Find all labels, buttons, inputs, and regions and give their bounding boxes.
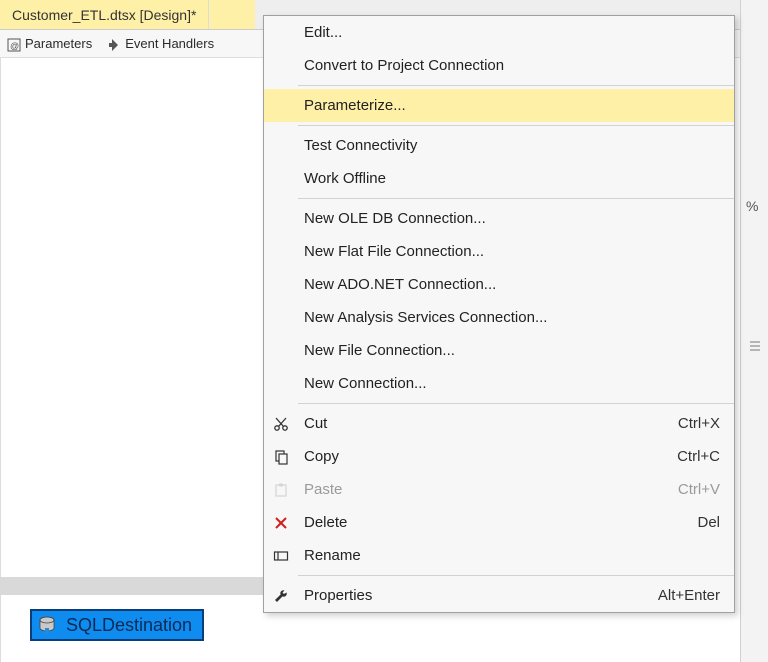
menu-item-new-ado-net-connection[interactable]: New ADO.NET Connection... — [264, 268, 734, 301]
copy-icon — [264, 449, 298, 465]
menu-separator — [298, 575, 734, 576]
wrench-icon — [264, 588, 298, 604]
menu-item-shortcut: Ctrl+X — [678, 415, 720, 432]
menu-item-edit[interactable]: Edit... — [264, 16, 734, 49]
menu-item-new-ole-db-connection[interactable]: New OLE DB Connection... — [264, 202, 734, 235]
menu-item-delete[interactable]: DeleteDel — [264, 506, 734, 539]
paste-icon — [264, 482, 298, 498]
canvas-left-border — [0, 58, 1, 662]
document-tab-title: Customer_ETL.dtsx [Design]* — [12, 7, 196, 23]
menu-item-properties[interactable]: PropertiesAlt+Enter — [264, 579, 734, 612]
menu-item-label: Convert to Project Connection — [298, 57, 720, 74]
toolbar-event-handlers[interactable]: Event Handlers — [106, 36, 214, 51]
context-menu: Edit... Convert to Project Connection Para… — [263, 15, 735, 613]
menu-item-cut[interactable]: CutCtrl+X — [264, 407, 734, 440]
database-connection-icon — [36, 614, 58, 636]
connection-manager-item-label: SQLDestination — [66, 615, 192, 636]
document-tab[interactable]: Customer_ETL.dtsx [Design]* — [0, 0, 209, 29]
menu-item-label: Parameterize... — [298, 97, 720, 114]
menu-item-label: Test Connectivity — [298, 137, 720, 154]
menu-item-label: Rename — [298, 547, 720, 564]
menu-item-shortcut: Ctrl+V — [678, 481, 720, 498]
menu-item-convert-to-project-connection[interactable]: Convert to Project Connection — [264, 49, 734, 82]
connection-manager-item[interactable]: SQLDestination — [30, 609, 204, 641]
menu-item-new-file-connection[interactable]: New File Connection... — [264, 334, 734, 367]
menu-item-paste: PasteCtrl+V — [264, 473, 734, 506]
zoom-percent-symbol: % — [746, 198, 758, 214]
toolbar-event-handlers-label: Event Handlers — [125, 36, 214, 51]
menu-item-label: Work Offline — [298, 170, 720, 187]
menu-item-label: Properties — [298, 587, 658, 604]
menu-item-label: New Connection... — [298, 375, 720, 392]
toolbar-parameters[interactable]: @ Parameters — [6, 36, 92, 51]
menu-item-label: Delete — [298, 514, 697, 531]
tab-close-area[interactable] — [209, 0, 255, 29]
svg-text:@: @ — [10, 41, 19, 51]
menu-item-label: New ADO.NET Connection... — [298, 276, 720, 293]
menu-item-new-analysis-services-connection[interactable]: New Analysis Services Connection... — [264, 301, 734, 334]
menu-item-shortcut: Alt+Enter — [658, 587, 720, 604]
gutter-marker-icon — [747, 338, 763, 354]
menu-item-label: Edit... — [298, 24, 720, 41]
parameters-icon: @ — [6, 37, 20, 51]
menu-item-test-connectivity[interactable]: Test Connectivity — [264, 129, 734, 162]
menu-item-rename[interactable]: Rename — [264, 539, 734, 572]
menu-item-shortcut: Del — [697, 514, 720, 531]
toolbar-parameters-label: Parameters — [25, 36, 92, 51]
rename-icon — [264, 548, 298, 564]
cut-icon — [264, 416, 298, 432]
connection-manager-strip — [0, 577, 263, 595]
menu-item-label: New Flat File Connection... — [298, 243, 720, 260]
menu-item-label: Copy — [298, 448, 677, 465]
menu-item-new-flat-file-connection[interactable]: New Flat File Connection... — [264, 235, 734, 268]
menu-item-shortcut: Ctrl+C — [677, 448, 720, 465]
menu-item-label: New OLE DB Connection... — [298, 210, 720, 227]
menu-item-parameterize[interactable]: Parameterize... — [264, 89, 734, 122]
menu-item-label: Cut — [298, 415, 678, 432]
event-handlers-icon — [106, 37, 120, 51]
menu-item-new-connection[interactable]: New Connection... — [264, 367, 734, 400]
menu-separator — [298, 85, 734, 86]
menu-separator — [298, 403, 734, 404]
menu-item-label: New Analysis Services Connection... — [298, 309, 720, 326]
delete-icon — [264, 515, 298, 531]
menu-item-copy[interactable]: CopyCtrl+C — [264, 440, 734, 473]
menu-item-label: New File Connection... — [298, 342, 720, 359]
menu-item-work-offline[interactable]: Work Offline — [264, 162, 734, 195]
right-gutter: % — [740, 0, 768, 662]
menu-separator — [298, 125, 734, 126]
menu-item-label: Paste — [298, 481, 678, 498]
menu-separator — [298, 198, 734, 199]
